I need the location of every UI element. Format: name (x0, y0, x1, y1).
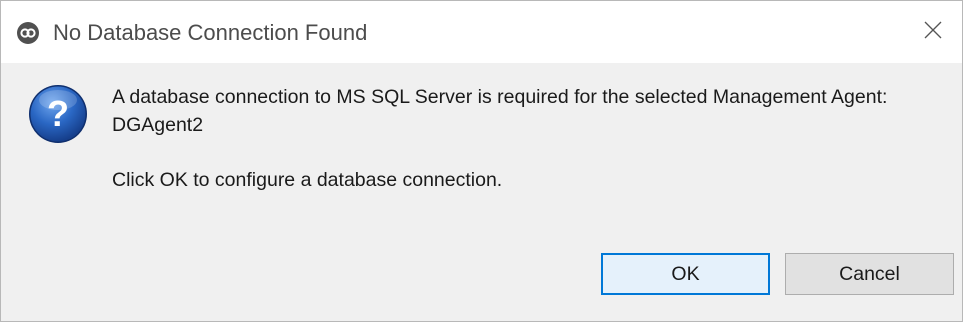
dialog-body: ? A database connection to MS SQL Server… (1, 63, 962, 321)
window-title: No Database Connection Found (53, 20, 368, 45)
close-button[interactable] (904, 1, 962, 63)
dialog-message: A database connection to MS SQL Server i… (112, 83, 952, 194)
dialog-window: No Database Connection Found ? A databas… (0, 0, 963, 322)
close-icon (924, 21, 942, 44)
question-icon: ? (27, 83, 89, 145)
title-bar[interactable]: No Database Connection Found (1, 1, 962, 63)
app-icon (16, 21, 40, 45)
ok-button[interactable]: OK (601, 253, 770, 295)
cancel-button[interactable]: Cancel (785, 253, 954, 295)
message-instruction: Click OK to configure a database connect… (112, 169, 503, 191)
svg-text:?: ? (47, 93, 69, 134)
message-requirement: A database connection to MS SQL Server i… (112, 86, 888, 136)
